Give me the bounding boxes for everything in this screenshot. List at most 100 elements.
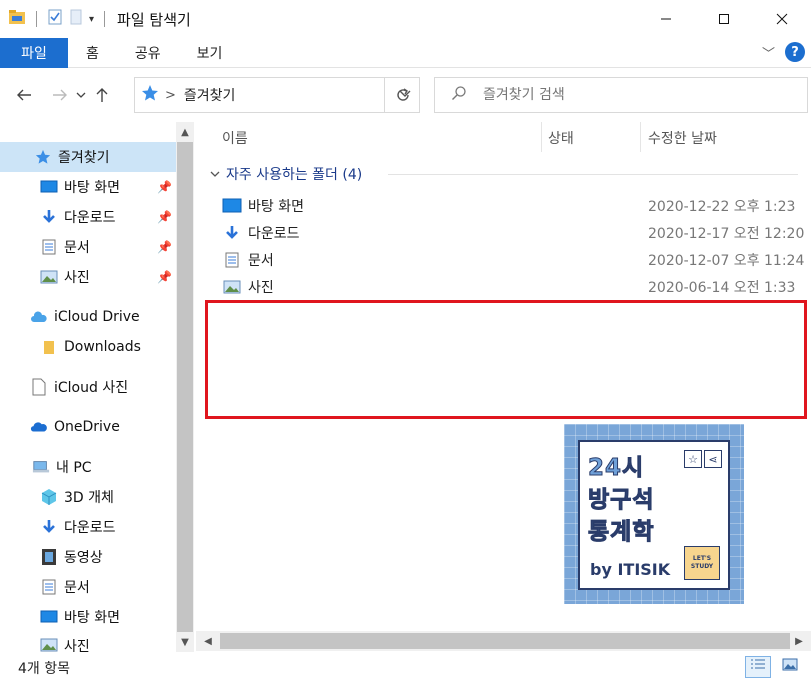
pin-icon: 📌 xyxy=(157,210,172,224)
search-icon xyxy=(451,85,467,105)
desktop-icon xyxy=(40,608,58,626)
picture-icon xyxy=(222,278,242,296)
sidebar-item-this-pc[interactable]: 내 PC xyxy=(32,452,176,482)
search-box[interactable] xyxy=(434,77,808,113)
tab-share[interactable]: 공유 xyxy=(117,38,179,68)
scroll-up-icon[interactable]: ▲ xyxy=(176,122,194,142)
download-icon xyxy=(40,518,58,536)
tab-home[interactable]: 홈 xyxy=(68,38,117,68)
sidebar-item-pc-pictures[interactable]: 사진 xyxy=(40,632,176,652)
file-name: 문서 xyxy=(248,252,274,269)
new-folder-icon[interactable] xyxy=(69,9,83,29)
file-row-pictures[interactable]: 사진 2020-06-14 오전 1:33 xyxy=(222,273,811,300)
scroll-right-icon[interactable]: ▶ xyxy=(789,631,809,651)
sidebar-item-pc-desktop[interactable]: 바탕 화면 xyxy=(40,602,176,632)
sidebar-item-videos[interactable]: 동영상 xyxy=(40,542,176,572)
title-bar: ▾ 파일 탐색기 xyxy=(0,0,811,38)
sidebar-item-label: 사진 xyxy=(64,270,90,286)
desktop-icon xyxy=(222,197,242,215)
file-date: 2020-12-07 오후 11:24 xyxy=(648,252,805,269)
file-date: 2020-12-17 오전 12:20 xyxy=(648,225,805,242)
sidebar-item-downloads[interactable]: 다운로드 📌 xyxy=(40,202,172,232)
refresh-button[interactable] xyxy=(384,77,420,113)
column-divider[interactable] xyxy=(541,122,542,152)
help-icon[interactable]: ? xyxy=(785,42,805,62)
sidebar-scroll-thumb[interactable] xyxy=(177,142,193,632)
column-divider[interactable] xyxy=(640,122,641,152)
forward-button[interactable] xyxy=(46,80,74,110)
ribbon-tabs: 파일 홈 공유 보기 ﹀ ? xyxy=(0,37,811,68)
horizontal-scroll-thumb[interactable] xyxy=(220,633,790,649)
recent-locations-button[interactable] xyxy=(74,80,88,110)
itisik-logo: 24시 방구석 통계학 ☆ ⋖ by ITISIK LET'S STUDY xyxy=(564,424,744,604)
sidebar-item-pictures[interactable]: 사진 📌 xyxy=(40,262,172,292)
breadcrumb-quick-access[interactable]: 즐겨찾기 xyxy=(184,85,236,105)
scroll-down-icon[interactable]: ▼ xyxy=(176,632,194,652)
logo-line2: 방구석 xyxy=(587,487,655,514)
star-icon xyxy=(141,84,159,106)
maximize-button[interactable] xyxy=(695,0,753,38)
download-icon xyxy=(40,208,58,226)
file-row-documents[interactable]: 문서 2020-12-07 오후 11:24 xyxy=(222,246,811,273)
customize-toolbar-icon[interactable]: ▾ xyxy=(89,14,94,25)
chevron-down-icon[interactable] xyxy=(210,166,220,182)
quick-access-toolbar: ▾ 파일 탐색기 xyxy=(0,9,191,30)
sidebar-scrollbar[interactable]: ▲ ▼ xyxy=(176,122,194,652)
sidebar-item-label: 바탕 화면 xyxy=(64,610,120,626)
file-row-desktop[interactable]: 바탕 화면 2020-12-22 오후 1:23 xyxy=(222,192,811,219)
address-bar[interactable]: > 즐겨찾기 xyxy=(134,77,420,113)
document-icon xyxy=(40,238,58,256)
cloud-icon xyxy=(30,308,48,326)
close-button[interactable] xyxy=(753,0,811,38)
window-title: 파일 탐색기 xyxy=(117,10,191,29)
sidebar-item-pc-downloads[interactable]: 다운로드 xyxy=(40,512,176,542)
picture-icon xyxy=(40,268,58,286)
expand-ribbon-icon[interactable]: ﹀ xyxy=(762,43,775,62)
sidebar-item-desktop[interactable]: 바탕 화면 📌 xyxy=(40,172,172,202)
back-button[interactable] xyxy=(10,80,38,110)
sidebar-item-label: OneDrive xyxy=(54,419,120,435)
up-button[interactable] xyxy=(88,80,116,110)
details-view-button[interactable] xyxy=(745,656,771,678)
file-name: 다운로드 xyxy=(248,225,300,242)
group-divider xyxy=(388,174,798,175)
tab-file[interactable]: 파일 xyxy=(0,37,68,68)
large-icons-view-icon xyxy=(782,658,798,676)
folder-icon xyxy=(40,338,58,356)
desktop-icon xyxy=(40,178,58,196)
column-status[interactable]: 상태 xyxy=(548,128,574,148)
sidebar-item-pc-documents[interactable]: 문서 xyxy=(40,572,176,602)
column-name[interactable]: 이름 xyxy=(222,128,248,148)
sidebar-item-label: iCloud 사진 xyxy=(54,380,129,396)
search-input[interactable] xyxy=(483,87,783,103)
sidebar-item-label: 바탕 화면 xyxy=(64,180,120,196)
document-icon xyxy=(40,578,58,596)
sidebar-item-label: 3D 개체 xyxy=(64,490,114,506)
sidebar-item-icloud-downloads[interactable]: Downloads xyxy=(40,332,176,362)
video-icon xyxy=(40,548,58,566)
tab-view[interactable]: 보기 xyxy=(179,38,241,68)
sidebar-item-icloud-drive[interactable]: iCloud Drive xyxy=(30,302,176,332)
star-icon: ☆ xyxy=(684,450,702,468)
properties-icon[interactable] xyxy=(47,9,63,29)
navigation-pane: 즐겨찾기 바탕 화면 📌 다운로드 📌 문서 📌 사진 📌 iCloud Dri… xyxy=(0,122,196,652)
horizontal-scrollbar[interactable]: ◀ ▶ xyxy=(196,631,811,651)
column-date-modified[interactable]: 수정한 날짜 xyxy=(648,128,717,148)
sidebar-item-label: 문서 xyxy=(64,240,90,256)
sidebar-item-label: 동영상 xyxy=(64,550,103,566)
group-header-frequent-folders[interactable]: 자주 사용하는 폴더 (4) xyxy=(210,164,798,184)
sidebar-item-documents[interactable]: 문서 📌 xyxy=(40,232,172,262)
pin-icon: 📌 xyxy=(157,240,172,254)
logo-byline: by ITISIK xyxy=(590,560,671,579)
sidebar-item-label: 다운로드 xyxy=(64,520,116,536)
sidebar-item-3d-objects[interactable]: 3D 개체 xyxy=(40,482,176,512)
logo-sticker: LET'S STUDY xyxy=(684,546,720,580)
sidebar-item-quick-access[interactable]: 즐겨찾기 xyxy=(0,142,176,172)
large-icons-view-button[interactable] xyxy=(777,656,803,678)
breadcrumb-chevron-icon[interactable]: > xyxy=(165,88,176,103)
minimize-button[interactable] xyxy=(637,0,695,38)
sidebar-item-onedrive[interactable]: OneDrive xyxy=(30,412,176,442)
file-row-downloads[interactable]: 다운로드 2020-12-17 오전 12:20 xyxy=(222,219,811,246)
sidebar-item-icloud-photos[interactable]: iCloud 사진 xyxy=(30,372,176,402)
scroll-left-icon[interactable]: ◀ xyxy=(198,631,218,651)
